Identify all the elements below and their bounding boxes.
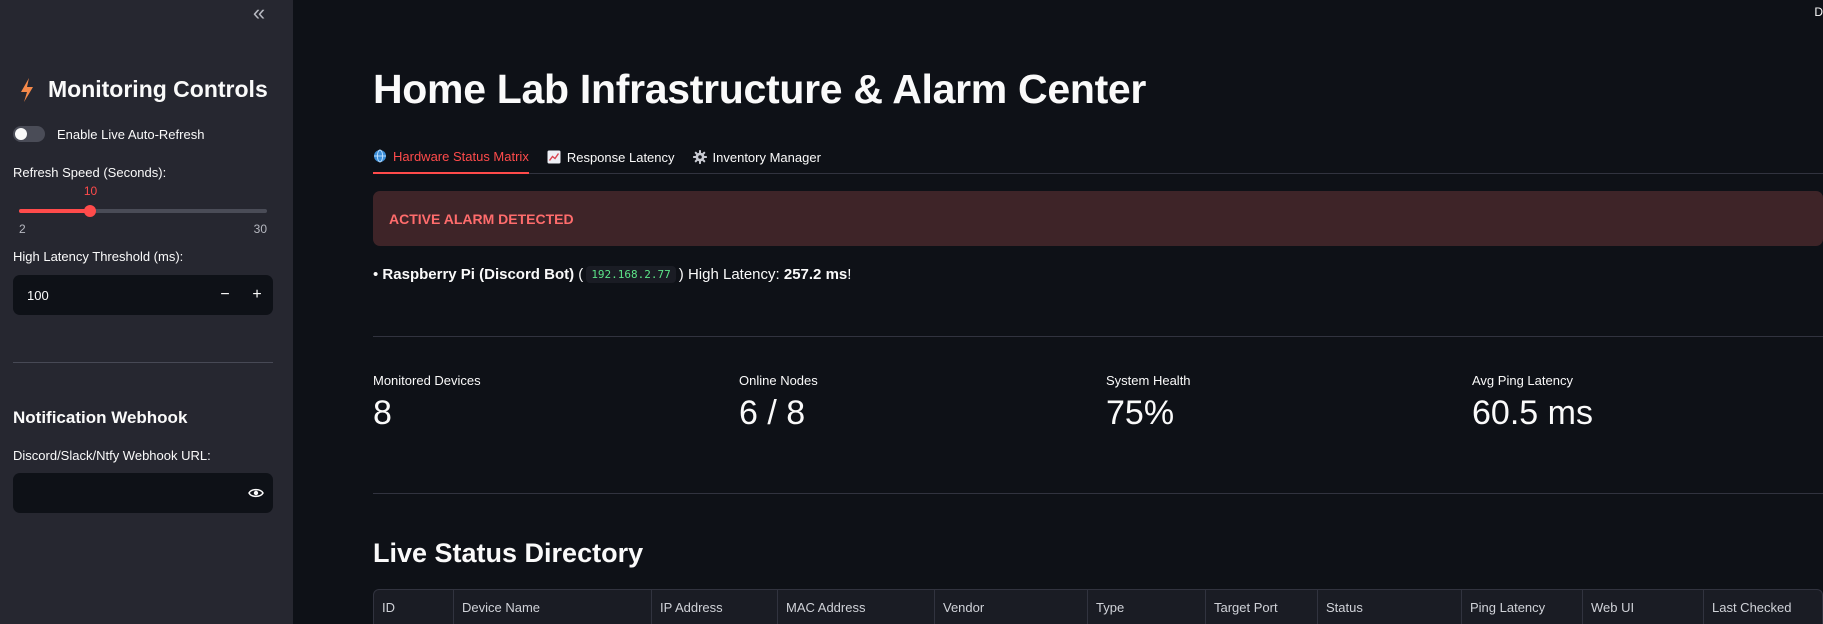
- increment-button[interactable]: +: [241, 275, 273, 315]
- lightning-icon: [21, 77, 33, 102]
- decrement-button[interactable]: −: [209, 275, 241, 315]
- alarm-banner-text: ACTIVE ALARM DETECTED: [389, 210, 574, 227]
- column-header[interactable]: Web UI: [1583, 590, 1704, 624]
- alarm-latency-value: 257.2 ms: [783, 266, 848, 283]
- show-password-button[interactable]: [239, 487, 273, 499]
- column-header[interactable]: Ping Latency: [1462, 590, 1583, 624]
- tab-label: Hardware Status Matrix: [393, 148, 529, 164]
- metric-label: Online Nodes: [739, 373, 818, 388]
- auto-refresh-toggle[interactable]: [13, 126, 45, 142]
- gear-icon: [692, 150, 707, 164]
- column-header[interactable]: Last Checked: [1704, 590, 1822, 624]
- threshold-value[interactable]: 100: [13, 288, 209, 303]
- refresh-speed-label: Refresh Speed (Seconds):: [13, 165, 167, 180]
- latency-threshold-label: High Latency Threshold (ms):: [13, 249, 184, 264]
- globe-icon: [374, 149, 386, 163]
- alarm-latency-text: ) High Latency:: [678, 266, 784, 283]
- column-header[interactable]: ID: [374, 590, 454, 624]
- toggle-knob: [15, 128, 27, 140]
- webhook-heading: Notification Webhook: [13, 408, 188, 427]
- metric-value: 6 / 8: [739, 394, 806, 432]
- metric-value: 60.5 ms: [1472, 394, 1593, 432]
- alarm-suffix: !: [847, 266, 852, 283]
- slider-thumb[interactable]: [83, 205, 96, 217]
- page-title: Home Lab Infrastructure & Alarm Center: [373, 66, 1147, 112]
- active-alarm-banner: ACTIVE ALARM DETECTED: [373, 191, 1823, 246]
- column-header[interactable]: MAC Address: [778, 590, 935, 624]
- alarm-device-name: Raspberry Pi (Discord Bot): [382, 266, 575, 283]
- auto-refresh-row: Enable Live Auto-Refresh: [13, 126, 204, 142]
- live-status-directory-title: Live Status Directory: [373, 538, 644, 568]
- refresh-speed-slider[interactable]: 10 2 30: [19, 184, 267, 236]
- metric-avg-ping-latency: Avg Ping Latency 60.5 ms: [1472, 373, 1593, 433]
- column-header[interactable]: Target Port: [1206, 590, 1318, 624]
- metric-value: 75%: [1106, 394, 1175, 432]
- chart-icon: [547, 150, 561, 164]
- tab-inventory-manager[interactable]: Inventory Manager: [692, 142, 821, 174]
- metric-label: System Health: [1106, 373, 1191, 388]
- alarm-bullet: •: [373, 266, 383, 283]
- corner-text: D: [1814, 5, 1823, 19]
- tab-label: Response Latency: [566, 149, 675, 165]
- slider-min: 2: [19, 222, 26, 236]
- collapse-sidebar-button[interactable]: «: [247, 2, 271, 26]
- tab-hardware-status-matrix[interactable]: Hardware Status Matrix: [373, 142, 529, 174]
- sidebar-title: Monitoring Controls: [18, 76, 268, 103]
- alarm-open-paren: (: [574, 266, 584, 283]
- eye-icon: [248, 488, 264, 498]
- auto-refresh-label: Enable Live Auto-Refresh: [57, 126, 205, 142]
- sidebar: « Monitoring Controls Enable Live Auto-R…: [0, 0, 293, 624]
- slider-max: 30: [253, 222, 267, 236]
- metric-monitored-devices: Monitored Devices 8: [373, 373, 481, 433]
- metric-online-nodes: Online Nodes 6 / 8: [739, 373, 818, 433]
- divider-bottom: [373, 493, 1823, 494]
- slider-fill: [19, 209, 90, 213]
- column-header[interactable]: Status: [1318, 590, 1462, 624]
- latency-threshold-input[interactable]: 100 − +: [13, 275, 273, 315]
- status-table-header: ID Device Name IP Address MAC Address Ve…: [373, 589, 1823, 624]
- column-header[interactable]: Device Name: [454, 590, 652, 624]
- slider-value: 10: [83, 184, 98, 198]
- webhook-url-input[interactable]: [13, 485, 239, 501]
- divider-top: [373, 336, 1823, 337]
- alarm-detail: • Raspberry Pi (Discord Bot) (192.168.2.…: [373, 266, 851, 283]
- sidebar-title-text: Monitoring Controls: [48, 76, 268, 102]
- tab-label: Inventory Manager: [712, 149, 821, 165]
- metric-system-health: System Health 75%: [1106, 373, 1191, 433]
- tab-response-latency[interactable]: Response Latency: [547, 142, 675, 174]
- sidebar-divider: [13, 362, 273, 363]
- tab-bar: Hardware Status Matrix Response Latency …: [373, 142, 1823, 174]
- metric-label: Monitored Devices: [373, 373, 481, 388]
- column-header[interactable]: Type: [1088, 590, 1206, 624]
- column-header[interactable]: Vendor: [935, 590, 1088, 624]
- metric-value: 8: [373, 394, 392, 432]
- webhook-url-label: Discord/Slack/Ntfy Webhook URL:: [13, 448, 211, 463]
- metric-label: Avg Ping Latency: [1472, 373, 1573, 388]
- webhook-url-field[interactable]: [13, 473, 273, 513]
- column-header[interactable]: IP Address: [652, 590, 778, 624]
- alarm-device-ip: 192.168.2.77: [586, 266, 676, 283]
